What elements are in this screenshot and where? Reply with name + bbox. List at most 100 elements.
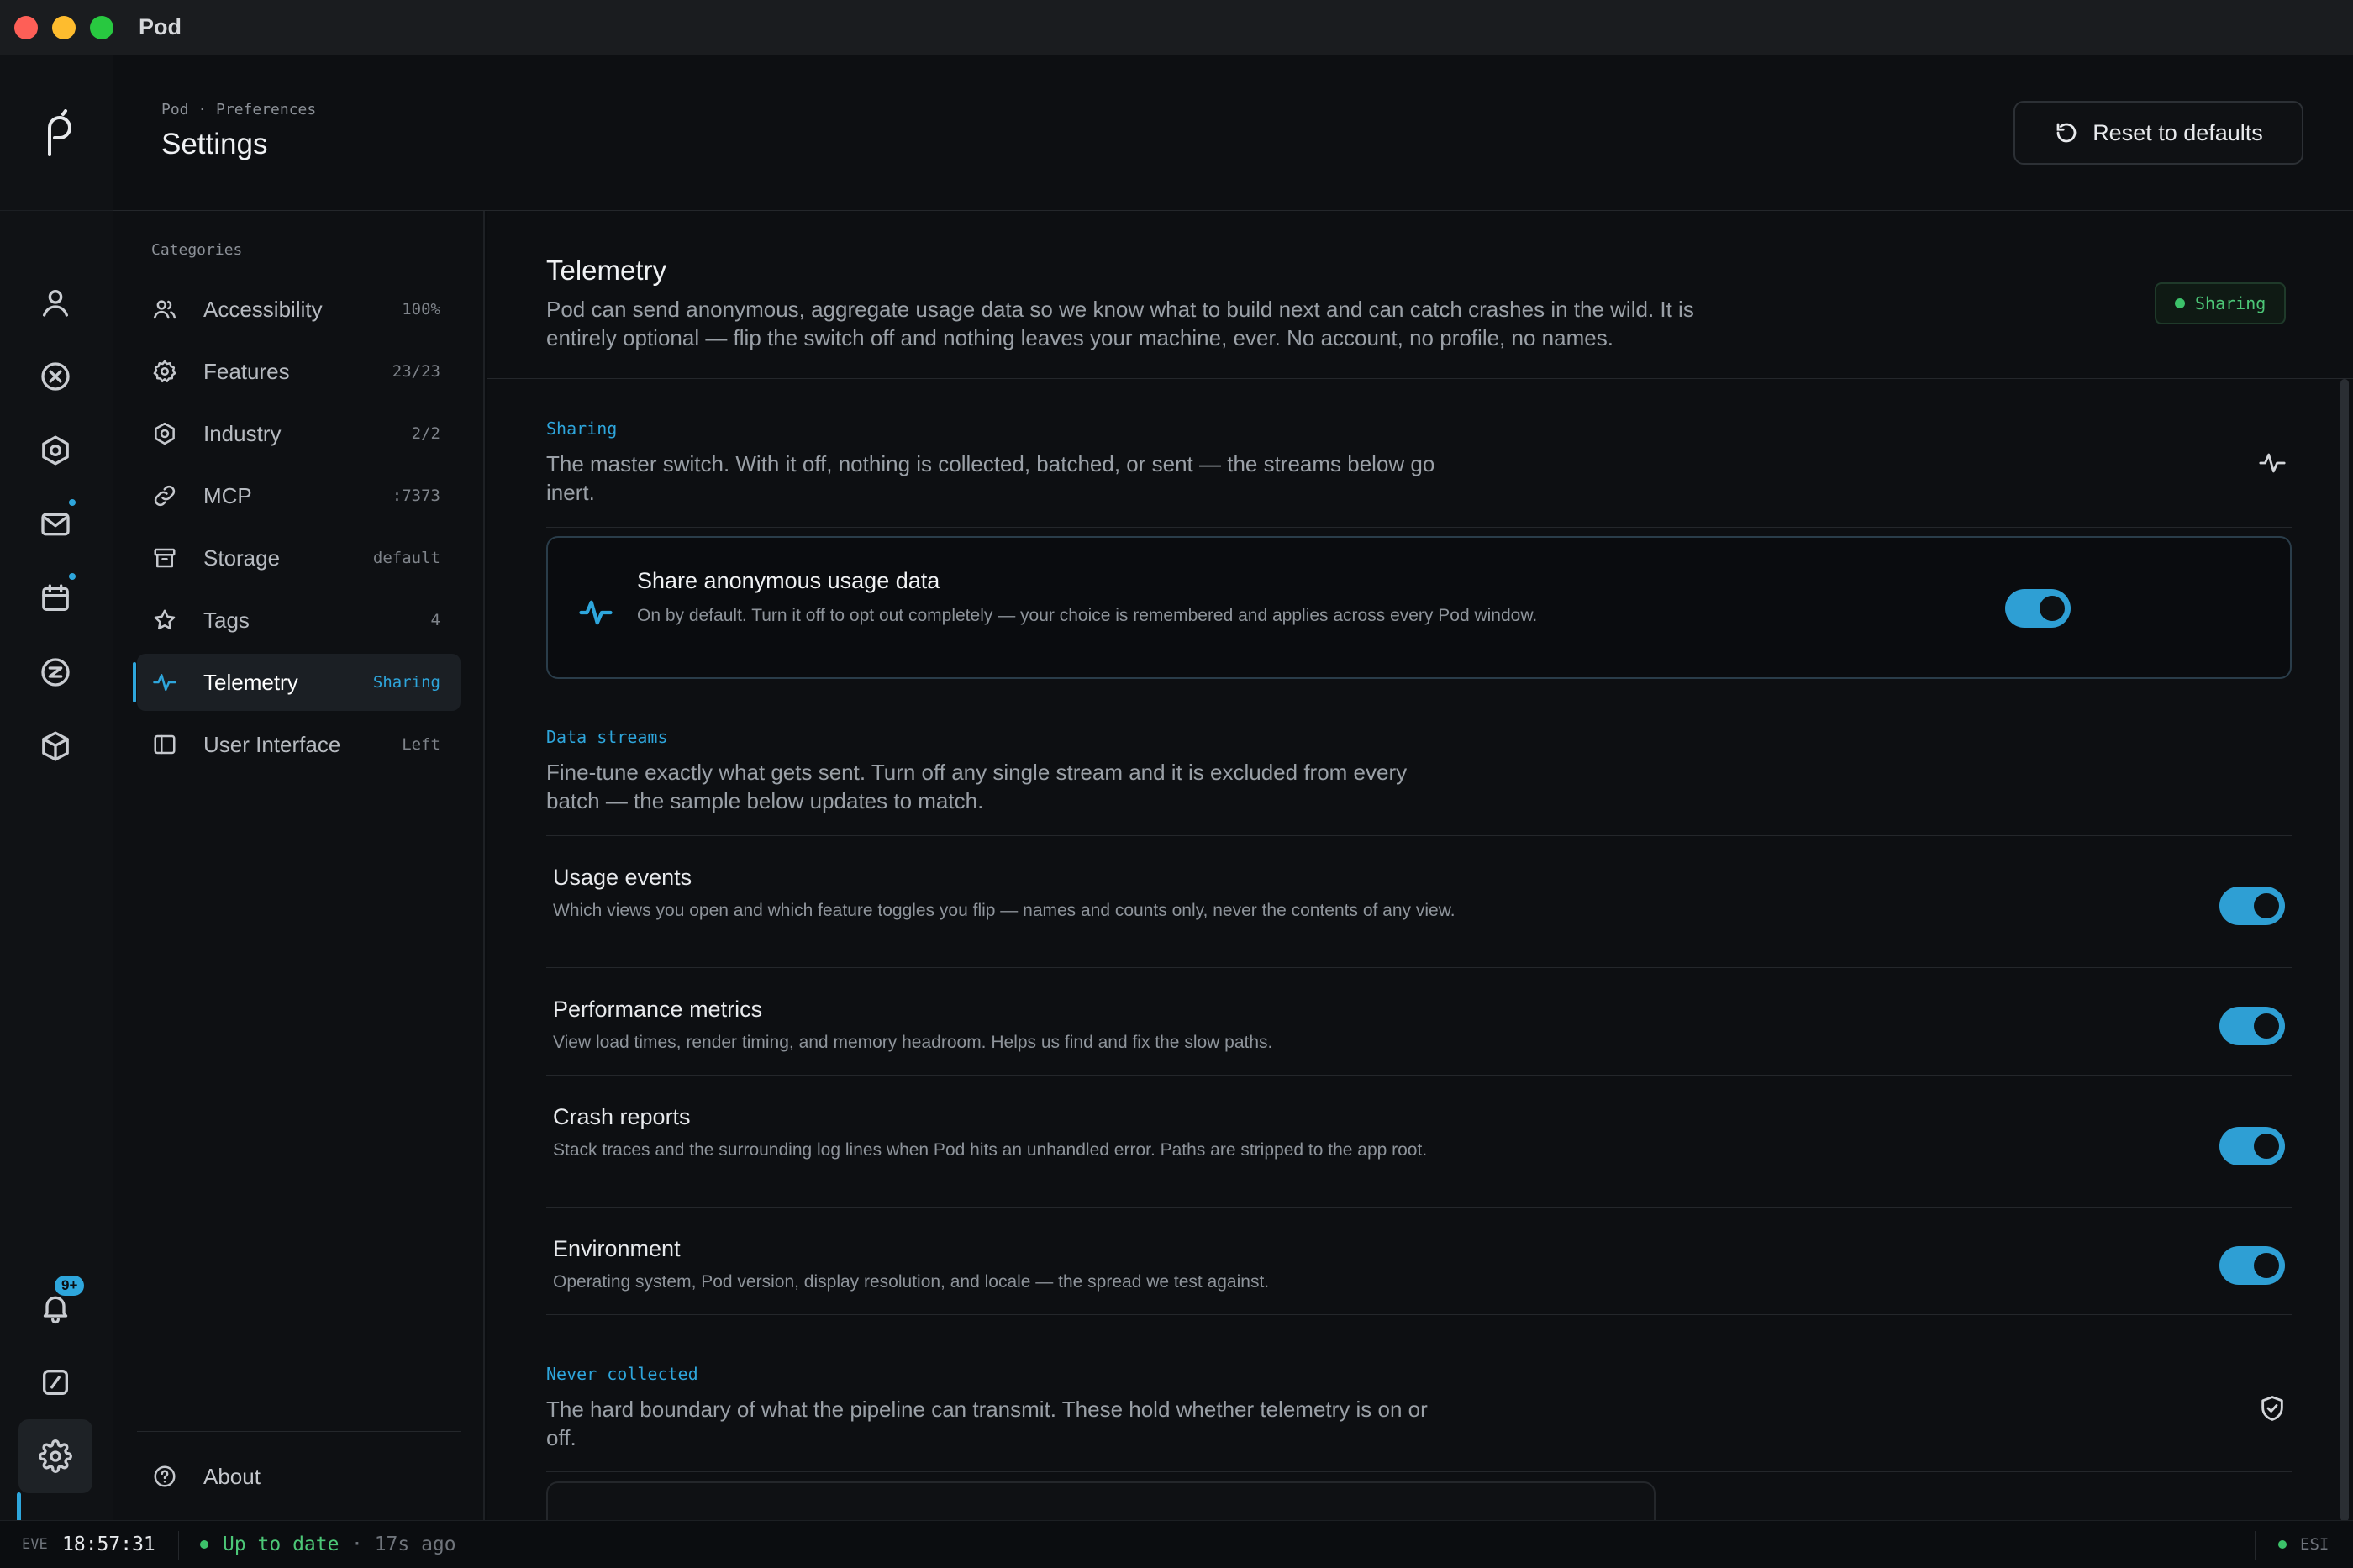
stream-title: Crash reports (553, 1104, 691, 1129)
category-industry[interactable]: Industry 2/2 (137, 405, 461, 462)
section-header: Telemetry Pod can send anonymous, aggreg… (487, 211, 2353, 379)
category-user-interface[interactable]: User Interface Left (137, 716, 461, 773)
category-meta: :7373 (392, 487, 440, 505)
sync-status-dot (200, 1540, 208, 1549)
calendar-icon[interactable] (18, 561, 92, 635)
circle-x-icon[interactable] (18, 339, 92, 413)
section-description: Pod can send anonymous, aggregate usage … (546, 297, 1694, 350)
category-label: Industry (203, 420, 282, 446)
category-label: Tags (203, 607, 250, 633)
cube-icon[interactable] (18, 709, 92, 783)
categories-sidebar: Categories Accessibility 100% Features 2… (113, 211, 485, 1520)
category-label: Telemetry (203, 669, 298, 695)
profile-icon[interactable] (18, 266, 92, 339)
category-meta: Sharing (372, 673, 440, 692)
reset-label: Reset to defaults (2092, 119, 2263, 145)
share-usage-description: On by default. Turn it off to opt out co… (637, 606, 1538, 625)
sync-age: · 17s ago (351, 1534, 456, 1555)
activity-icon (579, 600, 613, 625)
status-badge: Sharing (2155, 282, 2287, 324)
stream-description: Stack traces and the surrounding log lin… (553, 1140, 1428, 1160)
divider (546, 527, 2292, 528)
server-status-dot (2278, 1540, 2287, 1549)
share-usage-toggle[interactable] (2005, 589, 2071, 628)
link-icon (154, 485, 176, 507)
category-meta: Left (402, 735, 440, 754)
settings-gear-icon[interactable] (18, 1419, 92, 1493)
categories-heading: Categories (151, 241, 243, 259)
category-meta: 100% (402, 300, 440, 318)
sidebar-divider (137, 1431, 461, 1432)
category-accessibility[interactable]: Accessibility 100% (137, 281, 461, 338)
usage-events-toggle[interactable] (2219, 887, 2285, 925)
category-telemetry[interactable]: Telemetry Sharing (133, 654, 461, 711)
reset-to-defaults-button[interactable]: Reset to defaults (2013, 101, 2303, 165)
category-label: Storage (203, 545, 281, 571)
mail-icon[interactable] (18, 487, 92, 561)
sync-status: Up to date (223, 1534, 340, 1555)
archive-icon (154, 548, 176, 568)
pod-logo-icon[interactable] (0, 55, 113, 211)
status-bar: EVE 18:57:31 Up to date · 17s ago ESI (0, 1520, 2353, 1568)
divider (546, 1471, 2292, 1472)
hexagon-icon[interactable] (18, 413, 92, 487)
category-mcp[interactable]: MCP :7373 (137, 467, 461, 524)
stream-description: Operating system, Pod version, display r… (553, 1272, 1270, 1292)
group-label-data-streams: Data streams (546, 727, 668, 747)
divider (546, 967, 2292, 968)
window-title: Pod (139, 14, 182, 39)
page-title: Settings (161, 128, 268, 160)
divider (546, 1075, 2292, 1076)
about-item[interactable]: About (137, 1448, 461, 1505)
status-badge-label: Sharing (2195, 293, 2266, 313)
breadcrumb: Pod · Preferences (161, 101, 317, 118)
share-usage-title: Share anonymous usage data (637, 568, 940, 593)
group-label-never-collected: Never collected (546, 1364, 698, 1384)
never-collected-card (546, 1481, 1656, 1520)
stream-title: Performance metrics (553, 997, 763, 1022)
close-window-button[interactable] (14, 15, 38, 39)
slash-square-icon[interactable] (18, 1345, 92, 1419)
clock: 18:57:31 (62, 1534, 155, 1555)
category-label: MCP (203, 482, 252, 508)
users-icon (153, 300, 176, 319)
category-features[interactable]: Features 23/23 (137, 343, 461, 400)
calendar-unread-dot (67, 571, 77, 581)
sidebar-layout-icon (154, 734, 176, 755)
window-controls (14, 15, 113, 39)
category-meta: default (372, 549, 440, 567)
telemetry-panel: Telemetry Pod can send anonymous, aggreg… (487, 211, 2353, 1520)
category-label: Features (203, 358, 290, 384)
stream-title: Usage events (553, 865, 692, 890)
bell-icon[interactable]: 9+ (18, 1271, 92, 1344)
category-label: User Interface (203, 731, 341, 757)
group-description-sharing: The master switch. With it off, nothing … (546, 451, 1435, 505)
server-label: ESI (2300, 1535, 2329, 1554)
group-description-never-collected: The hard boundary of what the pipeline c… (546, 1397, 1428, 1450)
activity-icon (2259, 453, 2286, 473)
category-tags[interactable]: Tags 4 (137, 592, 461, 649)
active-category-indicator (133, 662, 136, 702)
performance-metrics-toggle[interactable] (2219, 1007, 2285, 1045)
about-label: About (203, 1463, 261, 1489)
divider (546, 1314, 2292, 1315)
category-storage[interactable]: Storage default (137, 529, 461, 587)
status-dot (2175, 298, 2185, 308)
stream-description: Which views you open and which feature t… (553, 901, 1455, 920)
z-circle-icon[interactable] (18, 635, 92, 709)
category-meta: 23/23 (392, 362, 440, 381)
status-separator (2255, 1531, 2256, 1560)
zoom-window-button[interactable] (90, 15, 113, 39)
notification-badge: 9+ (55, 1276, 85, 1296)
group-label-sharing: Sharing (546, 418, 618, 439)
shield-check-icon (2261, 1396, 2283, 1421)
content-scrollbar[interactable] (2340, 379, 2349, 1520)
stream-title: Environment (553, 1236, 681, 1261)
group-description-data-streams: Fine-tune exactly what gets sent. Turn o… (546, 760, 1408, 813)
minimize-window-button[interactable] (52, 15, 76, 39)
category-meta: 2/2 (411, 424, 440, 443)
environment-toggle[interactable] (2219, 1246, 2285, 1285)
gear-icon (153, 360, 176, 382)
page-header: Pod · Preferences Settings Reset to defa… (113, 55, 2353, 211)
crash-reports-toggle[interactable] (2219, 1127, 2285, 1165)
